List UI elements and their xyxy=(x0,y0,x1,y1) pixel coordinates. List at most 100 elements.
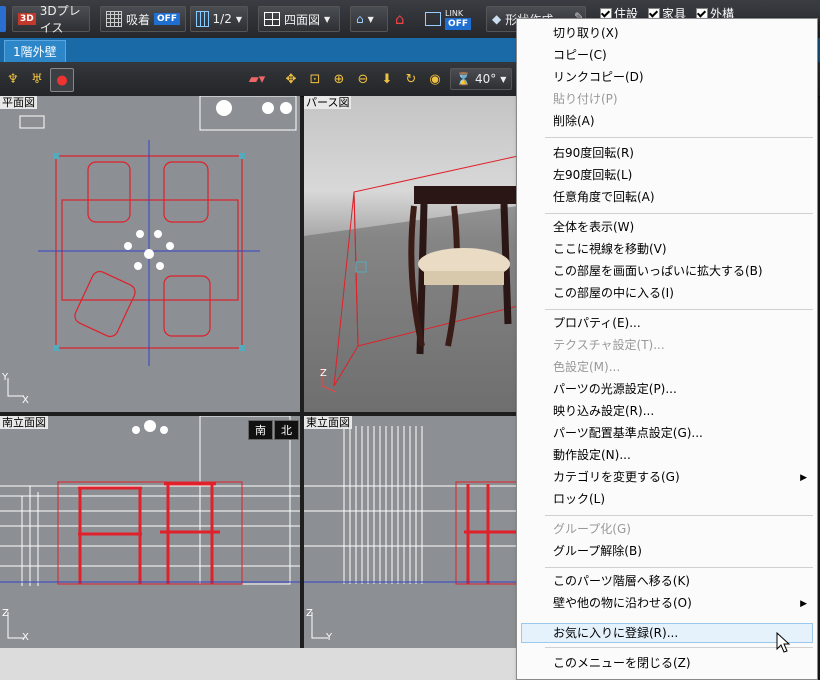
chevron-down-icon: ▼ xyxy=(324,14,331,24)
grid-icon xyxy=(196,11,209,27)
roof-tool-button[interactable]: ⌂ xyxy=(390,6,418,32)
submenu-arrow-icon: ▶ xyxy=(800,473,807,483)
menu-item-group: グループ化(G) xyxy=(553,522,631,536)
link-monitor-icon xyxy=(425,12,442,26)
walk-icon[interactable]: ⬇ xyxy=(376,68,398,90)
perspective-drawing xyxy=(304,155,518,412)
3d-place-button[interactable]: 3D 3Dプレイス xyxy=(12,4,90,35)
menu-item-enter-room[interactable]: この部屋の中に入る(I) xyxy=(553,283,674,303)
south-elevation-pane[interactable]: 南立面図 南 北 Z X xyxy=(0,416,300,648)
east-elevation-label: 東立面図 xyxy=(304,416,352,429)
axis-z-label: Z xyxy=(306,608,313,619)
menu-separator xyxy=(545,567,813,568)
lamp-off-icon[interactable]: ♅ xyxy=(26,68,48,90)
lamp-icon[interactable]: ♆ xyxy=(2,68,24,90)
select-tool-icon[interactable]: ● xyxy=(50,68,74,92)
grid-snap-icon xyxy=(106,11,122,27)
north-toggle[interactable]: 北 xyxy=(274,420,299,440)
angle-icon: ⌛ xyxy=(456,72,471,86)
four-view-icon xyxy=(264,12,280,26)
zoom-in-icon[interactable]: ⊕ xyxy=(328,68,350,90)
view-angle-value: 40° xyxy=(474,72,497,86)
zoom-window-icon[interactable]: ⊡ xyxy=(304,68,326,90)
menu-item-cut[interactable]: 切り取り(X) xyxy=(553,23,619,43)
chevron-down-icon: ▼ xyxy=(235,14,242,24)
eye-icon[interactable]: ◉ xyxy=(424,68,446,90)
menu-item-reflection[interactable]: 映り込み設定(R)... xyxy=(553,401,654,421)
submenu-arrow-icon: ▶ xyxy=(800,599,807,609)
mouse-cursor-icon xyxy=(776,632,791,653)
axis-x-label: X xyxy=(22,395,29,406)
menu-separator xyxy=(545,137,813,138)
link-label: LINK xyxy=(445,8,464,18)
perspective-view-label: パース図 xyxy=(304,96,352,109)
menu-item-lock[interactable]: ロック(L) xyxy=(553,489,605,509)
app-icon[interactable] xyxy=(0,6,6,32)
menu-item-zoom-room[interactable]: この部屋を画面いっぱいに拡大する(B) xyxy=(553,261,763,281)
plan-drawing xyxy=(7,96,297,397)
grid-value: 1/2 xyxy=(212,12,232,26)
east-elevation-pane[interactable]: 東立面図 Z Y xyxy=(304,416,518,648)
menu-item-copy[interactable]: コピー(C) xyxy=(553,45,607,65)
menu-item-rotate-any[interactable]: 任意角度で回転(A) xyxy=(553,187,655,207)
snap-state-badge: OFF xyxy=(154,13,180,25)
menu-item-align-wall[interactable]: 壁や他の物に沿わせる(O) xyxy=(553,593,692,613)
tab-floor1-exterior[interactable]: 1階外壁 xyxy=(4,40,66,63)
3d-icon: 3D xyxy=(18,13,36,25)
link-state-badge: OFF xyxy=(445,17,471,30)
perspective-view-pane[interactable]: パース図 Z xyxy=(304,96,518,412)
link-toggle[interactable]: LINK OFF xyxy=(420,6,476,32)
south-elevation-label: 南立面図 xyxy=(0,416,48,429)
status-bar xyxy=(0,648,520,680)
east-elevation-drawing xyxy=(304,426,518,639)
3d-place-label: 3Dプレイス xyxy=(39,4,81,35)
axis-z-label: Z xyxy=(2,608,9,619)
menu-item-move-view[interactable]: ここに視線を移動(V) xyxy=(553,239,667,259)
plan-view-label: 平面図 xyxy=(0,96,37,109)
menu-item-texture: テクスチャ設定(T)... xyxy=(553,338,665,352)
menu-item-close-menu[interactable]: このメニューを閉じる(Z) xyxy=(553,653,691,673)
menu-item-link-copy[interactable]: リンクコピー(D) xyxy=(553,67,644,87)
grid-select[interactable]: 1/2 ▼ xyxy=(190,6,248,32)
menu-separator xyxy=(545,213,813,214)
snap-toggle[interactable]: 吸着 OFF xyxy=(100,6,186,32)
box-view-icon[interactable]: ▰▾ xyxy=(240,68,274,90)
floor-select[interactable]: ⌂ ▼ xyxy=(350,6,388,32)
menu-item-show-all[interactable]: 全体を表示(W) xyxy=(553,217,634,237)
zoom-out-icon[interactable]: ⊖ xyxy=(352,68,374,90)
snap-label: 吸着 xyxy=(126,12,151,27)
menu-item-paste: 貼り付け(P) xyxy=(553,92,618,106)
axis-z-label: Z xyxy=(320,368,327,379)
menu-item-parts-layer[interactable]: このパーツ階層へ移る(K) xyxy=(553,571,690,591)
menu-item-rotate-right[interactable]: 右90度回転(R) xyxy=(553,143,634,163)
plan-view-pane[interactable]: 平面図 Y X xyxy=(0,96,300,412)
menu-item-color: 色設定(M)... xyxy=(553,360,621,374)
menu-separator xyxy=(545,309,813,310)
menu-item-base-point[interactable]: パーツ配置基準点設定(G)... xyxy=(553,423,703,443)
menu-item-rotate-left[interactable]: 左90度回転(L) xyxy=(553,165,632,185)
menu-separator xyxy=(545,515,813,516)
chevron-down-icon: ▼ xyxy=(500,74,507,84)
chevron-down-icon: ▼ xyxy=(367,14,374,24)
menu-item-ungroup[interactable]: グループ解除(B) xyxy=(553,541,642,561)
menu-separator xyxy=(545,647,813,648)
shape-icon: ◆ xyxy=(492,12,502,26)
south-toggle[interactable]: 南 xyxy=(248,420,273,440)
south-elevation-drawing xyxy=(0,416,300,639)
menu-item-delete[interactable]: 削除(A) xyxy=(553,111,595,131)
roof-icon: ⌂ xyxy=(395,10,405,28)
menu-item-add-favorite[interactable]: お気に入りに登録(R)... xyxy=(553,623,678,643)
rotate-icon[interactable]: ↻ xyxy=(400,68,422,90)
menu-item-motion[interactable]: 動作設定(N)... xyxy=(553,445,631,465)
axis-y-label: Y xyxy=(326,632,333,643)
move-icon[interactable]: ✥ xyxy=(280,68,302,90)
axis-x-label: X xyxy=(22,632,29,643)
menu-item-properties[interactable]: プロパティ(E)... xyxy=(553,313,641,333)
house-icon: ⌂ xyxy=(356,12,364,26)
context-menu: 切り取り(X) コピー(C) リンクコピー(D) 貼り付け(P) 削除(A) 右… xyxy=(516,18,818,680)
view-mode-select[interactable]: 四面図 ▼ xyxy=(258,6,340,32)
view-mode-label: 四面図 xyxy=(284,12,321,27)
menu-item-light-source[interactable]: パーツの光源設定(P)... xyxy=(553,379,677,399)
menu-item-change-category[interactable]: カテゴリを変更する(G) xyxy=(553,467,680,487)
view-angle-select[interactable]: ⌛ 40° ▼ xyxy=(450,68,512,90)
